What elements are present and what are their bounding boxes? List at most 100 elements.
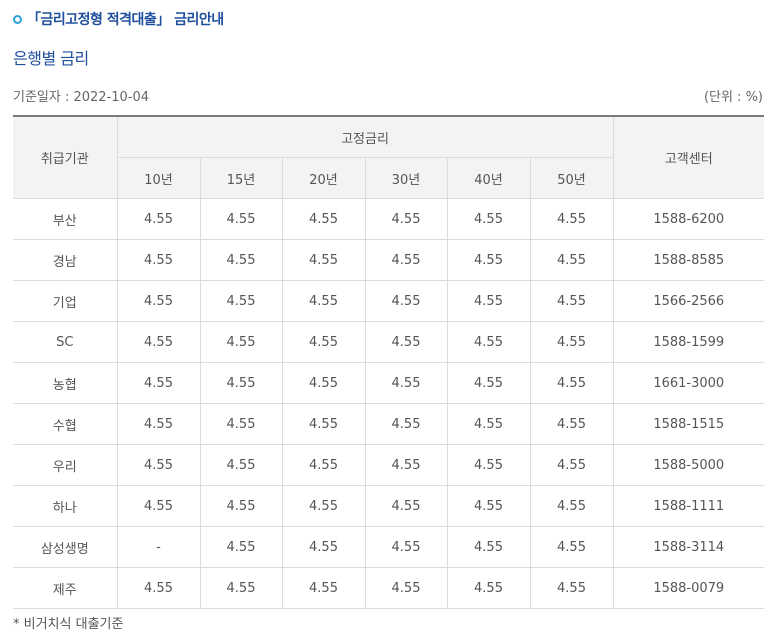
bank-name: 제주 xyxy=(13,567,118,609)
phone-number: 1588-1111 xyxy=(612,485,764,527)
rate-cell: 4.55 xyxy=(199,567,283,609)
base-date: 기준일자 : 2022-10-04 xyxy=(13,90,150,105)
phone-number: 1588-8585 xyxy=(612,239,764,281)
term-header: 40년 xyxy=(446,157,531,199)
rate-cell: 4.55 xyxy=(199,198,283,240)
bank-name: 수협 xyxy=(13,403,118,445)
rate-cell: 4.55 xyxy=(364,526,448,568)
rate-cell: 4.55 xyxy=(281,239,366,281)
rate-cell: 4.55 xyxy=(116,239,201,281)
bank-name: 하나 xyxy=(13,485,118,527)
rate-cell: 4.55 xyxy=(281,567,366,609)
rate-cell: 4.55 xyxy=(364,321,448,363)
rate-cell: 4.55 xyxy=(199,239,283,281)
phone-number: 1588-1599 xyxy=(612,321,764,363)
table-row: 기업 4.55 4.55 4.55 4.55 4.55 4.55 1566-2566 xyxy=(13,280,764,322)
bank-name: 기업 xyxy=(13,280,118,322)
rate-cell: 4.55 xyxy=(364,239,448,281)
table-row: 부산 4.55 4.55 4.55 4.55 4.55 4.55 1588-6200 xyxy=(13,198,764,240)
rate-cell: 4.55 xyxy=(446,239,531,281)
col-center-header: 고객센터 xyxy=(612,115,764,199)
rate-cell: 4.55 xyxy=(446,198,531,240)
header-row-top: 취급기관 고정금리 고객센터 xyxy=(13,115,764,199)
phone-number: 1588-0079 xyxy=(612,567,764,609)
rate-cell: 4.55 xyxy=(446,567,531,609)
circle-bullet-icon xyxy=(13,14,22,24)
rate-cell: 4.55 xyxy=(529,485,614,527)
table-row: 우리 4.55 4.55 4.55 4.55 4.55 4.55 1588-5000 xyxy=(13,444,764,486)
page-title: 「금리고정형 적격대출」 금리안내 xyxy=(12,9,224,29)
table-row: SC 4.55 4.55 4.55 4.55 4.55 4.55 1588-1599 xyxy=(13,321,764,363)
section-title: 은행별 금리 xyxy=(13,49,89,68)
table-row: 농협 4.55 4.55 4.55 4.55 4.55 4.55 1661-3000 xyxy=(13,362,764,404)
rate-cell: 4.55 xyxy=(116,362,201,404)
rate-cell: 4.55 xyxy=(116,280,201,322)
unit-label: (단위 : %) xyxy=(703,90,763,105)
rate-cell: 4.55 xyxy=(529,567,614,609)
footnote: * 비거치식 대출기준 xyxy=(13,617,124,632)
rate-cell: 4.55 xyxy=(446,362,531,404)
rate-cell: 4.55 xyxy=(529,526,614,568)
rate-cell: 4.55 xyxy=(529,403,614,445)
rate-cell: 4.55 xyxy=(116,444,201,486)
rate-cell: 4.55 xyxy=(199,403,283,445)
rate-cell: 4.55 xyxy=(364,567,448,609)
rates-table: 취급기관 고정금리 고객센터 10년 15년 20년 30년 40년 50년 부산 4.55… xyxy=(13,115,764,609)
term-header: 20년 xyxy=(281,157,366,199)
page-title-text: 「금리고정형 적격대출」 금리안내 xyxy=(27,12,224,28)
rate-cell: 4.55 xyxy=(446,321,531,363)
phone-number: 1588-1515 xyxy=(612,403,764,445)
rate-cell: 4.55 xyxy=(364,403,448,445)
rate-cell: 4.55 xyxy=(364,444,448,486)
bank-name: 농협 xyxy=(13,362,118,404)
rate-cell: 4.55 xyxy=(364,198,448,240)
bank-name: SC xyxy=(13,321,118,363)
phone-number: 1588-5000 xyxy=(612,444,764,486)
col-institution-header: 취급기관 xyxy=(13,115,118,199)
table-row: 경남 4.55 4.55 4.55 4.55 4.55 4.55 1588-8585 xyxy=(13,239,764,281)
table-row: 삼성생명 -4.55 4.55 4.55 4.55 4.55 1588-3114 xyxy=(13,526,764,568)
rate-cell: 4.55 xyxy=(529,444,614,486)
term-header: 10년 xyxy=(117,157,201,199)
bank-name: 부산 xyxy=(13,198,118,240)
rate-cell: 4.55 xyxy=(281,280,366,322)
term-header: 30년 xyxy=(364,157,448,199)
phone-number: 1588-3114 xyxy=(612,526,764,568)
term-header: 15년 xyxy=(199,157,283,199)
phone-number: 1566-2566 xyxy=(612,280,764,322)
fixed-rate-group-header: 고정금리 xyxy=(116,115,614,158)
phone-number: 1661-3000 xyxy=(612,362,764,404)
rate-cell: 4.55 xyxy=(446,444,531,486)
term-header: 50년 xyxy=(529,157,613,199)
rate-cell: 4.55 xyxy=(281,321,366,363)
rate-cell: 4.55 xyxy=(446,526,531,568)
bank-name: 우리 xyxy=(13,444,118,486)
rate-cell: 4.55 xyxy=(199,280,283,322)
bank-name: 삼성생명 xyxy=(13,526,118,568)
rate-cell: 4.55 xyxy=(446,485,531,527)
bank-name: 경남 xyxy=(13,239,118,281)
rate-cell: 4.55 xyxy=(446,280,531,322)
rate-cell: 4.55 xyxy=(199,444,283,486)
rate-cell: 4.55 xyxy=(281,403,366,445)
rate-cell: 4.55 xyxy=(199,321,283,363)
rate-cell: 4.55 xyxy=(199,526,283,568)
rate-cell: 4.55 xyxy=(116,198,201,240)
rate-cell: 4.55 xyxy=(446,403,531,445)
rate-cell: 4.55 xyxy=(199,362,283,404)
rate-cell: 4.55 xyxy=(529,239,614,281)
table-row: 하나 4.55 4.55 4.55 4.55 4.55 4.55 1588-1111 xyxy=(13,485,764,527)
table-row: 수협 4.55 4.55 4.55 4.55 4.55 4.55 1588-1515 xyxy=(13,403,764,445)
rate-cell: 4.55 xyxy=(364,485,448,527)
phone-number: 1588-6200 xyxy=(612,198,764,240)
rate-cell: 4.55 xyxy=(529,198,614,240)
rate-cell: 4.55 xyxy=(281,198,366,240)
rate-cell: 4.55 xyxy=(281,362,366,404)
rate-cell: 4.55 xyxy=(199,485,283,527)
rate-cell: - xyxy=(116,526,201,568)
rate-cell: 4.55 xyxy=(364,362,448,404)
rate-cell: 4.55 xyxy=(529,321,614,363)
rate-cell: 4.55 xyxy=(116,321,201,363)
rate-cell: 4.55 xyxy=(364,280,448,322)
rate-cell: 4.55 xyxy=(116,403,201,445)
